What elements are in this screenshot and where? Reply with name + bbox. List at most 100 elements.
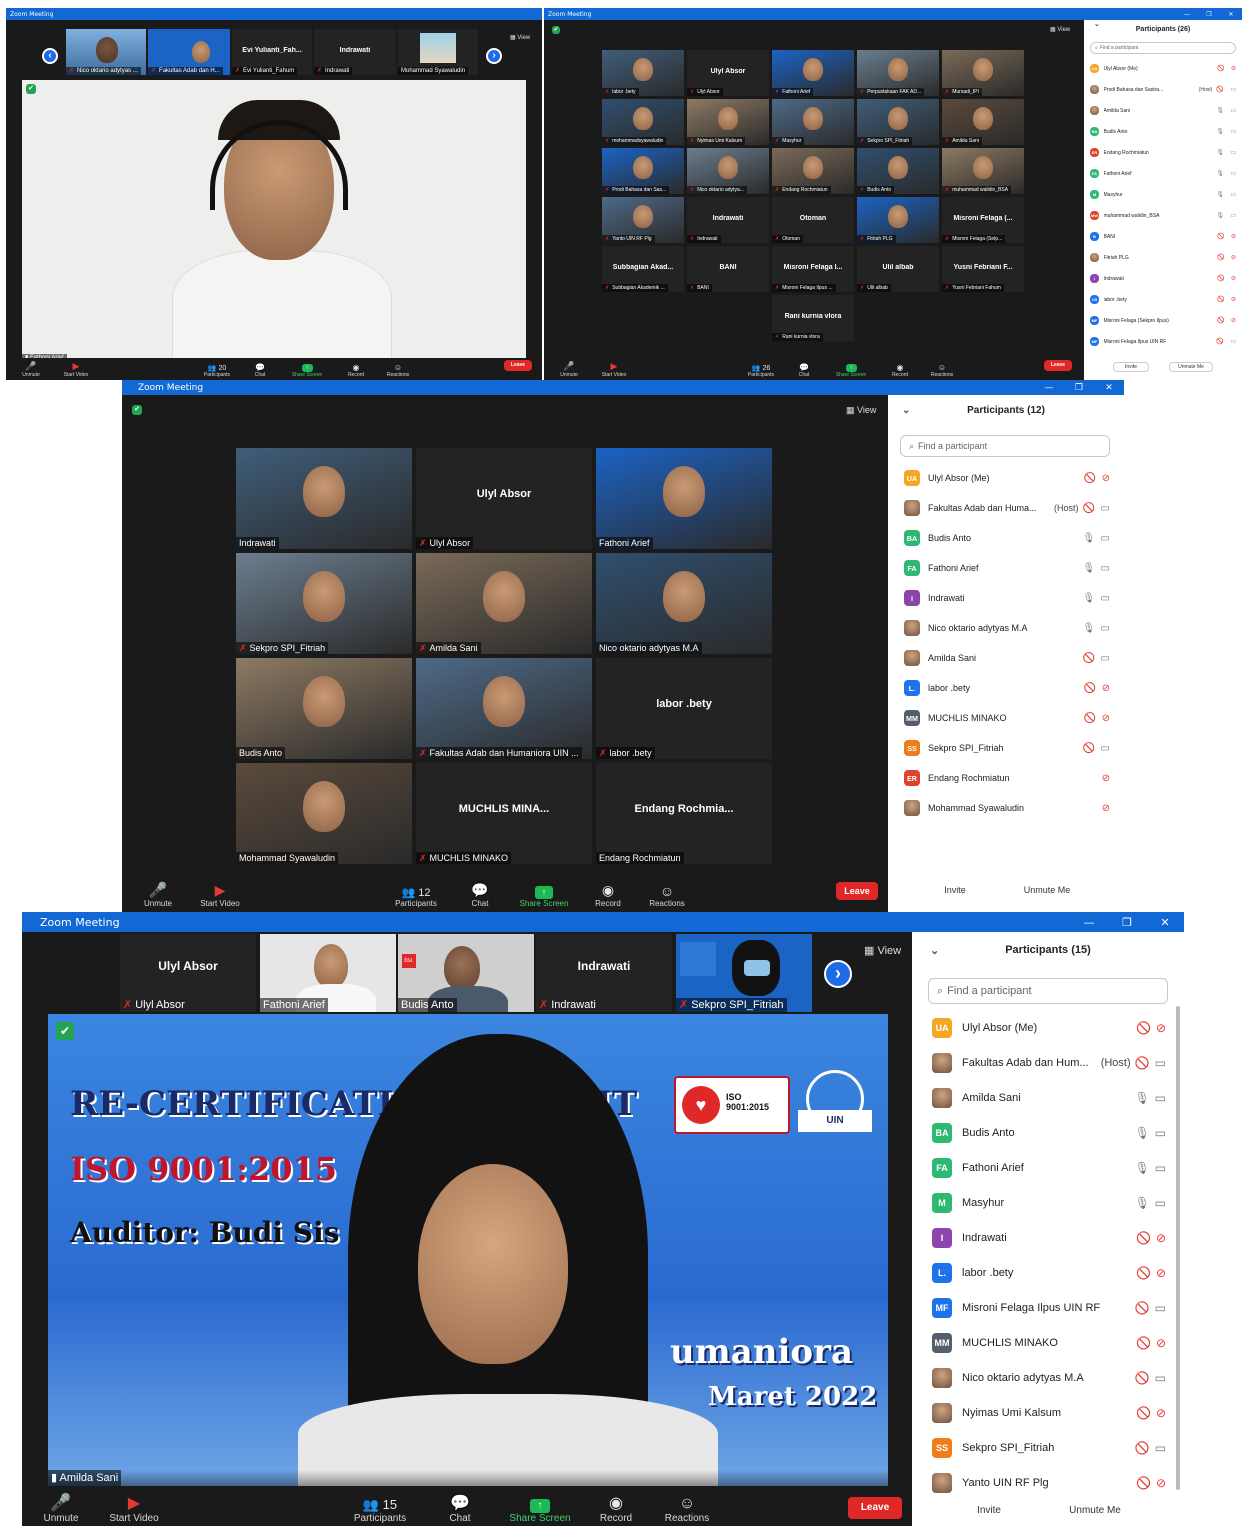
participant-row[interactable]: UA Ulyl Absor (Me) 🚫 ⊘ — [932, 1010, 1166, 1045]
invite-button[interactable]: Invite — [1113, 362, 1149, 372]
participant-list-scrollbar[interactable] — [1176, 1006, 1180, 1490]
unmute-me-button[interactable]: Unmute Me — [1012, 882, 1082, 900]
video-tile[interactable]: Ulyl Absor ✗ Ulyl Absor — [416, 448, 592, 549]
video-tile[interactable]: ✗ Fathoni Arief — [772, 50, 854, 96]
video-tile[interactable]: ✗ Nyimas Umi Kalsum — [687, 99, 769, 145]
participant-row[interactable]: Amilda Sani 🎙 ▭ — [1090, 100, 1236, 121]
participant-row[interactable]: FA Fathoni Arief 🎙 ▭ — [932, 1150, 1166, 1185]
view-button[interactable]: ▦ View — [846, 405, 876, 416]
participant-row[interactable]: B BANI 🚫 ⊘ — [1090, 226, 1236, 247]
participant-search-input[interactable]: ⌕ Find a participant — [1090, 42, 1236, 54]
next-page-icon[interactable]: › — [486, 48, 502, 64]
reactions-button[interactable]: ☺ Reactions — [640, 883, 694, 908]
video-tile[interactable]: Ulil albab ✗ Ulil albab — [857, 246, 939, 292]
unmute-me-button[interactable]: Unmute Me — [1060, 1502, 1130, 1522]
start-video-button[interactable]: ▶ Start Video — [48, 361, 104, 378]
video-tile[interactable]: MUCHLIS MINA... ✗ MUCHLIS MINAKO — [416, 763, 592, 864]
chat-button[interactable]: 💬 Chat — [240, 363, 280, 378]
restore-icon[interactable]: ❐ — [1108, 916, 1146, 929]
video-tile[interactable]: ✗ Masyhur — [772, 99, 854, 145]
participant-row[interactable]: M Masyhur 🎙 ▭ — [932, 1185, 1166, 1220]
next-page-icon[interactable]: › — [824, 960, 852, 988]
close-icon[interactable]: ✕ — [1220, 11, 1242, 18]
video-tile[interactable]: ✗ muhammad walidin_BSA — [942, 148, 1024, 194]
participant-row[interactable]: SS Sekpro SPI_Fitriah 🚫 ▭ — [904, 733, 1110, 763]
video-tile[interactable]: Indrawati ✗ Indrawati — [536, 934, 672, 1012]
participant-row[interactable]: BA Budis Anto 🎙 ▭ — [1090, 121, 1236, 142]
participant-row[interactable]: FA Fathoni Arief 🎙 ▭ — [904, 553, 1110, 583]
video-tile[interactable]: ✗ Fakultas Adab dan Humaniora UIN ... — [416, 658, 592, 759]
share-screen-button[interactable]: ↑ Share Screen — [280, 364, 334, 378]
participant-row[interactable]: Nico oktario adytyas M.A 🎙 ▭ — [904, 613, 1110, 643]
leave-button[interactable]: Leave — [848, 1497, 902, 1519]
participants-button[interactable]: 👥 20 Participants — [194, 364, 240, 378]
record-button[interactable]: ◉ Record — [878, 363, 922, 378]
participant-row[interactable]: SS Sekpro SPI_Fitriah 🚫 ▭ — [932, 1430, 1166, 1465]
close-icon[interactable]: ✕ — [1094, 383, 1124, 393]
restore-icon[interactable]: ❐ — [1198, 11, 1220, 18]
video-tile[interactable]: ✗ Nico oktario adytya... — [687, 148, 769, 194]
video-tile[interactable]: Indrawati — [236, 448, 412, 549]
participant-row[interactable]: FA Fathoni Arief 🎙 ▭ — [1090, 163, 1236, 184]
video-tile[interactable]: ✗ Mursadi_IPI — [942, 50, 1024, 96]
video-tile[interactable]: Indrawati ✗ Indrawati — [687, 197, 769, 243]
participant-row[interactable]: MW muhammad walidin_BSA 🎙 ▭ — [1090, 205, 1236, 226]
participant-row[interactable]: UA Ulyl Absor (Me) 🚫 ⊘ — [904, 463, 1110, 493]
participant-row[interactable]: I Indrawati 🎙 ▭ — [904, 583, 1110, 613]
participant-row[interactable]: LB labor .bety 🚫 ⊘ — [1090, 289, 1236, 310]
participant-row[interactable]: L. labor .bety 🚫 ⊘ — [904, 673, 1110, 703]
unmute-me-button[interactable]: Unmute Me — [1169, 362, 1213, 372]
video-tile[interactable]: BANI ✗ BANI — [687, 246, 769, 292]
video-tile[interactable]: Misroni Felaga I... ✗ Misroni Felaga Ilpus… — [772, 246, 854, 292]
participant-row[interactable]: M Masyhur 🎙 ▭ — [1090, 184, 1236, 205]
chat-button[interactable]: 💬 Chat — [784, 363, 824, 378]
participants-button[interactable]: 👥 15 Participants — [342, 1497, 418, 1524]
video-tile[interactable]: Fathoni Arief — [260, 934, 396, 1012]
video-tile[interactable]: ✗ mohammadsyawaludin — [602, 99, 684, 145]
start-video-button[interactable]: ▶ Start Video — [86, 1493, 182, 1524]
chevron-down-icon[interactable]: ⌄ — [930, 944, 939, 957]
participant-row[interactable]: MM MUCHLIS MINAKO 🚫 ⊘ — [932, 1325, 1166, 1360]
participants-button[interactable]: 👥 12 Participants — [384, 886, 448, 908]
record-button[interactable]: ◉ Record — [334, 363, 378, 378]
share-screen-button[interactable]: ↑ Share Screen — [824, 364, 878, 378]
video-tile[interactable]: labor .bety ✗ labor .bety — [596, 658, 772, 759]
share-screen-button[interactable]: ↑ Share Screen — [512, 886, 576, 908]
video-tile[interactable]: Yusni Febriani F... ✗ Yusni Febriani Fahum — [942, 246, 1024, 292]
reactions-button[interactable]: ☺ Reactions — [378, 363, 418, 378]
video-tile[interactable]: Nico oktario adytyas M.A — [596, 553, 772, 654]
video-tile[interactable]: ✗ Endang Rochmiatun — [772, 148, 854, 194]
unmute-button[interactable]: 🎤 Unmute — [36, 1493, 86, 1524]
chevron-down-icon[interactable]: ⌄ — [1094, 20, 1100, 28]
share-screen-button[interactable]: ↑ Share Screen — [502, 1499, 578, 1524]
record-button[interactable]: ◉ Record — [578, 1493, 654, 1524]
participant-row[interactable]: BA Budis Anto 🎙 ▭ — [932, 1115, 1166, 1150]
chat-button[interactable]: 💬 Chat — [448, 882, 512, 908]
view-button[interactable]: ▦ View — [510, 34, 530, 41]
invite-button[interactable]: Invite — [966, 1502, 1012, 1522]
participant-row[interactable]: Nico oktario adytyas M.A 🚫 ▭ — [932, 1360, 1166, 1395]
chevron-down-icon[interactable]: ⌄ — [902, 405, 910, 416]
participant-search-input[interactable]: ⌕ Find a participant — [900, 435, 1110, 457]
video-tile[interactable]: Fathoni Arief — [596, 448, 772, 549]
video-tile[interactable]: Misroni Felaga (... ✗ Misroni Felaga (Selp… — [942, 197, 1024, 243]
video-tile[interactable]: Otoman ✗ Otoman — [772, 197, 854, 243]
participant-row[interactable]: ER Endang Rochmiatun 🎙 ▭ — [1090, 142, 1236, 163]
video-tile[interactable]: Mohammad Syawaludin — [236, 763, 412, 864]
participant-row[interactable]: Yanto UIN RF Plg 🚫 ⊘ — [932, 1465, 1166, 1500]
leave-button[interactable]: Leave — [504, 360, 532, 371]
video-tile[interactable]: ✗ Amilda Sani — [942, 99, 1024, 145]
start-video-button[interactable]: ▶ Start Video — [586, 361, 642, 378]
video-tile[interactable]: Budis Anto — [236, 658, 412, 759]
video-tile[interactable]: ✗ Sekpro SPI_Fitriah — [676, 934, 812, 1012]
video-tile[interactable]: Indrawati ✗ Indrawati — [314, 29, 396, 75]
active-speaker-video[interactable]: ✔ RE-CERTIFICATION IT ISO 9001:2015 Audi… — [48, 1014, 888, 1486]
participant-row[interactable]: ER Endang Rochmiatun ⊘ — [904, 763, 1110, 793]
start-video-button[interactable]: ▶ Start Video — [180, 882, 260, 908]
view-button[interactable]: ▦ View — [864, 944, 901, 957]
participant-row[interactable]: UA Ulyl Absor (Me) 🚫 ⊘ — [1090, 58, 1236, 79]
participant-search-input[interactable]: ⌕ Find a participant — [928, 978, 1168, 1004]
participant-row[interactable]: I Indrawati 🚫 ⊘ — [932, 1220, 1166, 1255]
prev-page-icon[interactable]: ‹ — [42, 48, 58, 64]
video-tile[interactable]: Mohammad Syawaludin — [398, 29, 478, 75]
